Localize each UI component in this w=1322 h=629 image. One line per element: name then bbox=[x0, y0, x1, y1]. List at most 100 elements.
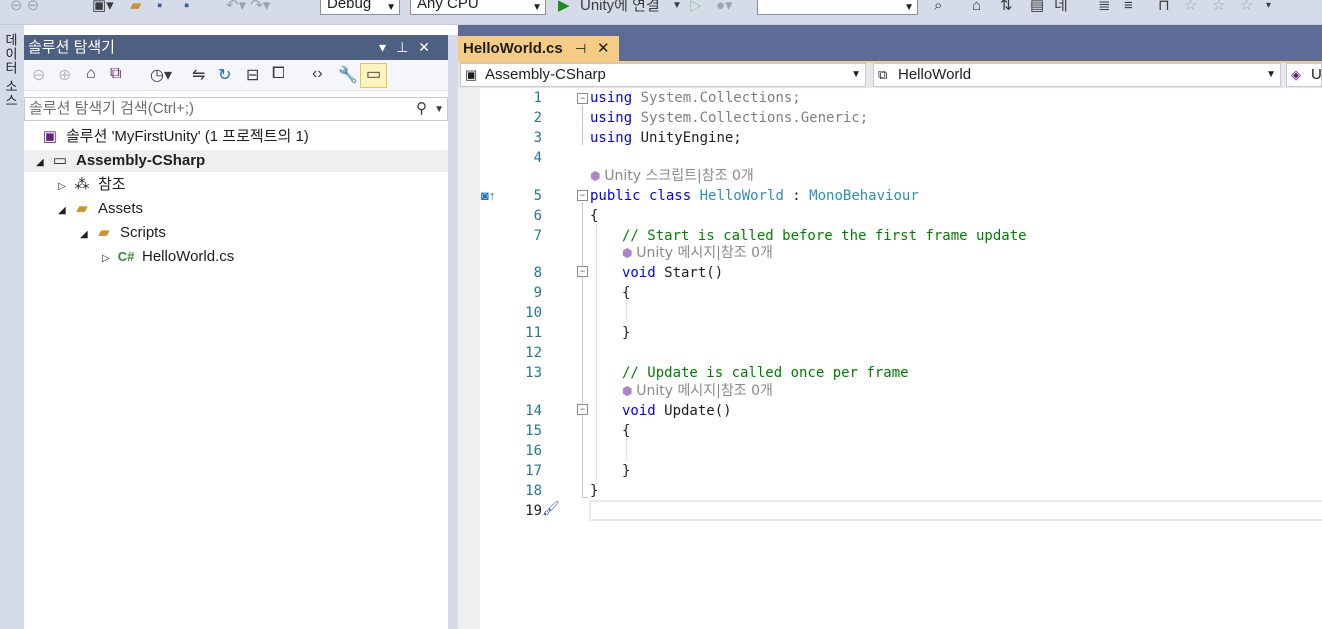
fold-toggle[interactable]: − bbox=[577, 190, 588, 201]
bookmark-clear-icon[interactable]: ☆ bbox=[1240, 0, 1253, 14]
indicator-margin bbox=[458, 88, 480, 629]
back-icon[interactable]: ⊖ bbox=[32, 65, 45, 85]
quick-action-icon[interactable]: 🖌 bbox=[542, 500, 560, 517]
codelens-update[interactable]: ⬢ Unity 메시지|참조 0개 bbox=[622, 382, 773, 400]
save-icon[interactable]: ▪ bbox=[157, 0, 162, 14]
sync-icon[interactable]: ⇋ bbox=[192, 65, 205, 85]
toolbar-overflow-icon[interactable]: ▾ bbox=[1266, 0, 1271, 14]
save-all-icon[interactable]: ▪ bbox=[184, 0, 189, 14]
tree-references[interactable]: ▷ ⁂ 참조 bbox=[58, 174, 126, 196]
collapsed-icon[interactable]: ▷ bbox=[58, 176, 72, 198]
solution-explorer: 솔루션 탐색기 ▾⊥✕ ⊖ ⊕ ⌂ ⧉ ◷▾ ⇋ ↻ ⊟ ⧠ ‹› 🔧 ▭ 솔루… bbox=[24, 35, 448, 629]
fold-toggle[interactable]: − bbox=[577, 404, 588, 415]
open-folder-icon[interactable]: ▰ bbox=[130, 0, 142, 14]
config-select[interactable]: Debug ▼ bbox=[320, 0, 400, 15]
comment-icon[interactable]: ≣ bbox=[1098, 0, 1111, 14]
search-icon: ⚲ bbox=[416, 100, 427, 117]
project-nav-select[interactable]: ▣ Assembly-CSharp ▼ bbox=[460, 63, 866, 87]
extra-label[interactable]: 네 bbox=[1054, 0, 1068, 14]
side-tab-strip: 데이터 소스 bbox=[0, 25, 24, 629]
preview-icon[interactable]: ▭ bbox=[360, 63, 387, 88]
document-tab-title: HelloWorld.cs bbox=[463, 40, 563, 57]
refresh-icon[interactable]: ↻ bbox=[218, 65, 231, 85]
platform-select[interactable]: Any CPU ▼ bbox=[410, 0, 546, 15]
code-line-2: using System.Collections.Generic; bbox=[590, 110, 869, 126]
expanded-icon[interactable]: ◢ bbox=[80, 224, 94, 246]
collapsed-icon[interactable]: ▷ bbox=[102, 248, 116, 270]
tree-assets[interactable]: ◢ ▰ Assets bbox=[58, 198, 143, 220]
expanded-icon[interactable]: ◢ bbox=[58, 200, 72, 222]
view-code-icon[interactable]: ‹› bbox=[312, 65, 323, 83]
code-line-15: { bbox=[622, 423, 631, 439]
line-number: 14 bbox=[525, 403, 542, 419]
codelens-start[interactable]: ⬢ Unity 메시지|참조 0개 bbox=[622, 244, 773, 262]
fold-toggle[interactable]: − bbox=[577, 93, 588, 104]
uncomment-icon[interactable]: ≡ bbox=[1124, 0, 1133, 14]
close-icon[interactable]: ✕ bbox=[418, 39, 440, 55]
close-icon[interactable]: ✕ bbox=[597, 36, 610, 61]
code-line-18: } bbox=[590, 483, 599, 499]
home-icon[interactable]: ⌂ bbox=[972, 0, 981, 14]
line-number: 18 bbox=[525, 483, 542, 499]
solution-icon: ▣ bbox=[42, 128, 58, 145]
line-number: 4 bbox=[533, 150, 542, 166]
line-number: 2 bbox=[533, 110, 542, 126]
layout-icon[interactable]: ▤ bbox=[1030, 0, 1044, 14]
data-source-tab[interactable]: 데이터 소스 bbox=[2, 33, 20, 108]
pending-changes-icon[interactable]: ◷▾ bbox=[150, 65, 172, 85]
show-all-files-icon[interactable]: ⧠ bbox=[272, 65, 285, 83]
code-line-8: void Start() bbox=[622, 265, 724, 281]
bookmark-next-icon[interactable]: ☆ bbox=[1212, 0, 1225, 14]
sort-icon[interactable]: ⇅ bbox=[1000, 0, 1013, 14]
pin-icon[interactable]: ⊣ bbox=[575, 36, 586, 61]
panel-splitter[interactable] bbox=[448, 35, 458, 629]
solution-explorer-toolbar: ⊖ ⊕ ⌂ ⧉ ◷▾ ⇋ ↻ ⊟ ⧠ ‹› 🔧 ▭ bbox=[24, 60, 448, 91]
home-icon[interactable]: ⌂ bbox=[86, 65, 96, 83]
new-project-icon[interactable]: ▣▾ bbox=[92, 0, 114, 14]
solution-search-input[interactable]: 솔루션 탐색기 검색(Ctrl+;) ⚲ ▼ bbox=[24, 97, 448, 121]
tree-project[interactable]: ◢ ▭ Assembly-CSharp bbox=[24, 150, 448, 172]
fold-toggle[interactable]: − bbox=[577, 266, 588, 277]
collapse-all-icon[interactable]: ⊟ bbox=[246, 65, 259, 85]
member-icon: ◈ bbox=[1291, 67, 1301, 82]
toolbar-search-input[interactable]: ▼ bbox=[757, 0, 918, 15]
find-icon[interactable]: ⌕ bbox=[934, 0, 942, 14]
folder-open-icon: ▰ bbox=[98, 224, 110, 241]
properties-icon[interactable]: 🔧 bbox=[338, 65, 358, 85]
search-options-icon[interactable]: ▼ bbox=[434, 99, 444, 121]
back-icon[interactable]: ⊖ ⊖ bbox=[10, 0, 39, 14]
codelens-class[interactable]: ⬢ Unity 스크립트|참조 0개 bbox=[590, 167, 754, 185]
line-number: 6 bbox=[533, 208, 542, 224]
run-dropdown-icon[interactable]: ▼ bbox=[672, 0, 682, 14]
bookmark-icon[interactable]: ⊓ bbox=[1158, 0, 1170, 14]
switch-views-icon[interactable]: ⧉ bbox=[110, 65, 121, 83]
pin-icon[interactable]: ⊥ bbox=[396, 39, 418, 55]
bookmark-prev-icon[interactable]: ☆ bbox=[1184, 0, 1197, 14]
play-icon[interactable]: ▶ bbox=[558, 0, 570, 14]
tree-file[interactable]: ▷ C# HelloWorld.cs bbox=[102, 246, 234, 268]
document-tab[interactable]: HelloWorld.cs ⊣ ✕ bbox=[458, 36, 619, 61]
line-number: 11 bbox=[525, 325, 542, 341]
record-icon[interactable]: ●▾ bbox=[716, 0, 733, 14]
line-number: 10 bbox=[525, 305, 542, 321]
dropdown-icon[interactable]: ▾ bbox=[379, 39, 396, 55]
class-nav-select[interactable]: ⧉ HelloWorld ▼ bbox=[873, 63, 1281, 87]
references-icon: ⁂ bbox=[74, 176, 90, 193]
expanded-icon[interactable]: ◢ bbox=[36, 152, 50, 174]
folder-icon: ▰ bbox=[76, 200, 88, 217]
implements-glyph-icon[interactable]: ◙↑ bbox=[481, 188, 495, 203]
forward-icon[interactable]: ⊕ bbox=[58, 65, 71, 85]
start-without-debug-icon[interactable]: ▷ bbox=[690, 0, 702, 14]
run-button[interactable]: Unity에 연결 bbox=[580, 0, 660, 14]
tree-scripts[interactable]: ◢ ▰ Scripts bbox=[80, 222, 166, 244]
navigation-bar: ▣ Assembly-CSharp ▼ ⧉ HelloWorld ▼ ◈ U bbox=[458, 63, 1322, 88]
tree-solution[interactable]: ▣ 솔루션 'MyFirstUnity' (1 프로젝트의 1) bbox=[40, 126, 309, 148]
line-number: 19 bbox=[525, 503, 542, 519]
code-line-3: using UnityEngine; bbox=[590, 130, 742, 146]
fold-line bbox=[582, 202, 583, 498]
member-nav-select[interactable]: ◈ U bbox=[1286, 63, 1322, 87]
undo-icon[interactable]: ↶▾ ↷▾ bbox=[226, 0, 270, 14]
line-number: 3 bbox=[533, 130, 542, 146]
line-number: 13 bbox=[525, 365, 542, 381]
line-number: 9 bbox=[533, 285, 542, 301]
